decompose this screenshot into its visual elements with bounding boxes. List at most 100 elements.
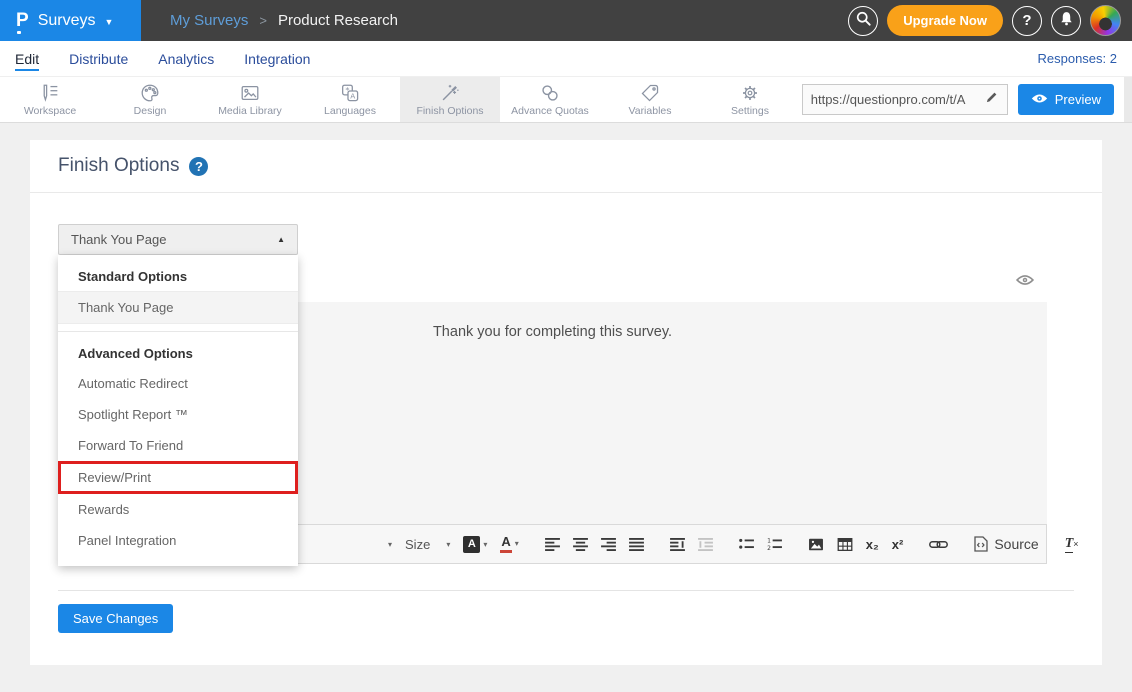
source-button[interactable]: Source bbox=[974, 536, 1038, 552]
survey-url-value: https://questionpro.com/t/A bbox=[811, 92, 985, 107]
menu-item-spotlight-report[interactable]: Spotlight Report ™ bbox=[58, 399, 298, 430]
save-divider bbox=[58, 590, 1074, 591]
remove-format-button[interactable]: T× bbox=[1065, 536, 1079, 553]
ribbon-item-settings[interactable]: Settings bbox=[700, 77, 800, 122]
questionpro-logo-icon: P bbox=[16, 11, 29, 30]
background-color-button[interactable]: A ▾ bbox=[463, 536, 487, 553]
ribbon-label: Advance Quotas bbox=[511, 105, 589, 117]
preview-eye-icon[interactable] bbox=[1016, 273, 1034, 291]
tag-icon bbox=[639, 82, 661, 104]
card-header: Finish Options ? bbox=[30, 140, 1102, 193]
background-color-icon: A bbox=[463, 536, 480, 553]
svg-text:2: 2 bbox=[767, 545, 771, 551]
notifications-button[interactable] bbox=[1051, 6, 1081, 36]
finish-options-card: Finish Options ? Thank You Page ▲ Standa… bbox=[30, 140, 1102, 665]
breadcrumb-my-surveys[interactable]: My Surveys bbox=[170, 12, 248, 29]
bell-icon bbox=[1058, 10, 1075, 31]
finish-option-select-wrap: Thank You Page ▲ Standard Options Thank … bbox=[58, 224, 298, 255]
chevron-down-icon: ▼ bbox=[104, 17, 113, 27]
preview-label: Preview bbox=[1055, 92, 1101, 107]
product-switcher[interactable]: P Surveys ▼ bbox=[0, 0, 141, 41]
text-color-icon: A bbox=[500, 535, 511, 552]
svg-text:1: 1 bbox=[767, 538, 771, 545]
tab-integration[interactable]: Integration bbox=[244, 47, 310, 71]
preview-button[interactable]: Preview bbox=[1018, 84, 1114, 115]
responses-count[interactable]: Responses: 2 bbox=[1038, 51, 1118, 66]
outdent-button[interactable] bbox=[698, 538, 713, 551]
menu-item-automatic-redirect[interactable]: Automatic Redirect bbox=[58, 368, 298, 399]
help-button[interactable]: ? bbox=[1012, 6, 1042, 36]
ribbon-label: Variables bbox=[629, 105, 672, 117]
ribbon-item-advance-quotas[interactable]: Advance Quotas bbox=[500, 77, 600, 122]
tab-analytics[interactable]: Analytics bbox=[158, 47, 214, 71]
subscript-button[interactable]: x₂ bbox=[866, 537, 879, 552]
search-icon bbox=[855, 10, 872, 31]
ribbon-label: Workspace bbox=[24, 105, 76, 117]
translate-icon: *A bbox=[339, 82, 361, 104]
upgrade-now-button[interactable]: Upgrade Now bbox=[887, 5, 1003, 36]
section-tabs: Edit Distribute Analytics Integration Re… bbox=[0, 41, 1132, 77]
ribbon-label: Media Library bbox=[218, 105, 282, 117]
chain-links-icon bbox=[539, 82, 561, 104]
question-mark-icon: ? bbox=[1022, 12, 1031, 29]
menu-section-advanced-options: Advanced Options bbox=[58, 332, 298, 368]
magic-wand-icon bbox=[439, 82, 461, 104]
size-dropdown-caret[interactable]: ▾ bbox=[443, 540, 450, 549]
menu-item-forward-to-friend[interactable]: Forward To Friend bbox=[58, 430, 298, 461]
finish-option-dropdown[interactable]: Thank You Page ▲ bbox=[58, 224, 298, 255]
user-avatar[interactable] bbox=[1090, 5, 1121, 36]
ribbon-label: Settings bbox=[731, 105, 769, 117]
font-dropdown-caret[interactable]: ▾ bbox=[385, 540, 392, 549]
topbar-actions: Upgrade Now ? bbox=[848, 5, 1132, 36]
numbered-list-button[interactable]: 12 bbox=[767, 538, 782, 551]
insert-table-button[interactable] bbox=[837, 538, 853, 551]
tab-edit[interactable]: Edit bbox=[15, 47, 39, 71]
thank-you-text: Thank you for completing this survey. bbox=[433, 324, 672, 340]
insert-image-button[interactable] bbox=[808, 538, 824, 551]
top-bar: P Surveys ▼ My Surveys > Product Researc… bbox=[0, 0, 1132, 41]
ribbon-item-design[interactable]: Design bbox=[100, 77, 200, 122]
dropdown-selected-value: Thank You Page bbox=[71, 232, 166, 247]
align-left-button[interactable] bbox=[545, 538, 560, 551]
menu-item-review-print[interactable]: Review/Print bbox=[58, 461, 298, 494]
image-library-icon bbox=[239, 82, 261, 104]
save-changes-button[interactable]: Save Changes bbox=[58, 604, 173, 633]
edit-ribbon: Workspace Design Media Library *A Langua… bbox=[0, 77, 1132, 123]
ribbon-item-media-library[interactable]: Media Library bbox=[200, 77, 300, 122]
breadcrumb: My Surveys > Product Research bbox=[170, 12, 398, 29]
survey-url-field[interactable]: https://questionpro.com/t/A bbox=[802, 84, 1008, 115]
finish-option-menu: Standard Options Thank You Page Advanced… bbox=[58, 255, 298, 566]
source-label: Source bbox=[994, 536, 1038, 552]
gear-icon bbox=[739, 82, 761, 104]
size-dropdown[interactable]: Size bbox=[405, 537, 430, 552]
eye-icon bbox=[1031, 92, 1048, 107]
ribbon-item-languages[interactable]: *A Languages bbox=[300, 77, 400, 122]
edit-pencil-icon[interactable] bbox=[985, 90, 999, 109]
card-body: Thank You Page ▲ Standard Options Thank … bbox=[30, 193, 1102, 633]
insert-link-button[interactable] bbox=[929, 539, 948, 550]
bullet-list-button[interactable] bbox=[739, 538, 754, 551]
page-title: Finish Options bbox=[58, 155, 179, 177]
text-color-button[interactable]: A ▾ bbox=[500, 535, 518, 552]
ribbon-item-workspace[interactable]: Workspace bbox=[0, 77, 100, 122]
workspace-icon bbox=[39, 82, 61, 104]
search-button[interactable] bbox=[848, 6, 878, 36]
align-center-button[interactable] bbox=[573, 538, 588, 551]
menu-item-panel-integration[interactable]: Panel Integration bbox=[58, 525, 298, 556]
breadcrumb-current: Product Research bbox=[278, 12, 398, 29]
ribbon-item-variables[interactable]: Variables bbox=[600, 77, 700, 122]
menu-item-rewards[interactable]: Rewards bbox=[58, 494, 298, 525]
ribbon-item-finish-options[interactable]: Finish Options bbox=[400, 77, 500, 122]
menu-gap bbox=[58, 324, 298, 331]
align-justify-button[interactable] bbox=[629, 538, 644, 551]
source-document-icon bbox=[974, 536, 988, 552]
ribbon-label: Finish Options bbox=[416, 105, 483, 117]
app-root: P Surveys ▼ My Surveys > Product Researc… bbox=[0, 0, 1132, 665]
superscript-button[interactable]: x² bbox=[892, 537, 904, 552]
ribbon-label: Languages bbox=[324, 105, 376, 117]
menu-item-thank-you-page[interactable]: Thank You Page bbox=[58, 291, 298, 324]
help-circle-icon[interactable]: ? bbox=[189, 157, 208, 176]
align-right-button[interactable] bbox=[601, 538, 616, 551]
indent-button[interactable] bbox=[670, 538, 685, 551]
tab-distribute[interactable]: Distribute bbox=[69, 47, 128, 71]
